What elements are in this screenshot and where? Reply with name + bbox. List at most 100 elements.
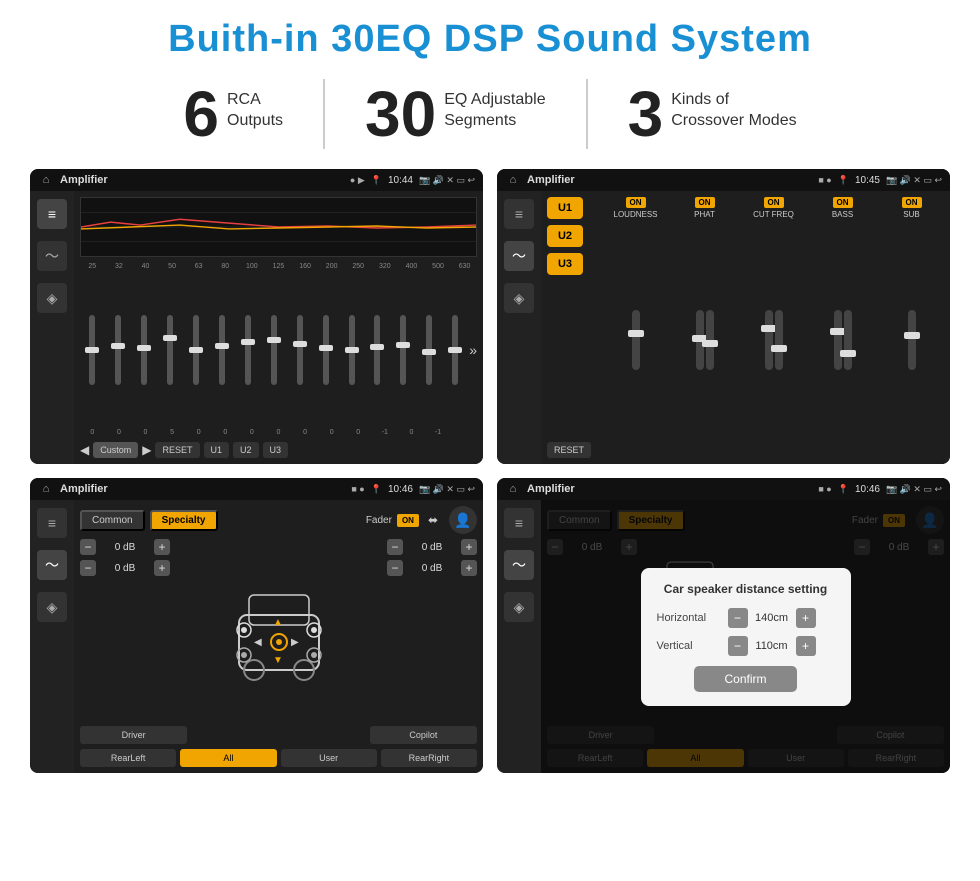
eq-next-arrow[interactable]: ▶ [142, 443, 151, 457]
stat-rca: 6 RCAOutputs [143, 82, 323, 146]
screen4-title: Amplifier [527, 483, 575, 495]
vertical-plus-btn[interactable]: + [796, 636, 816, 656]
sidebar2-eq-icon[interactable]: ≡ [504, 199, 534, 229]
fader-plus-3[interactable]: + [461, 539, 477, 555]
screen3-time: 10:46 [388, 484, 413, 495]
cutfreq-slider-1[interactable] [765, 310, 773, 370]
eq-slider-9[interactable] [314, 274, 338, 425]
home-icon-4: ⌂ [505, 481, 521, 497]
sidebar3-eq-icon[interactable]: ≡ [37, 508, 67, 538]
screen3-loc: 📍 [371, 484, 382, 495]
fader-minus-4[interactable]: − [387, 560, 403, 576]
bass-label: BASS [832, 210, 853, 219]
eq-expand-btn[interactable]: » [469, 342, 477, 358]
sub-slider-1[interactable] [908, 310, 916, 370]
eq-u3-btn[interactable]: U3 [263, 442, 289, 458]
horizontal-value: 140cm [752, 612, 792, 624]
eq-slider-1[interactable] [106, 274, 130, 425]
fader-db-val-2: 0 dB [100, 563, 150, 574]
eq-u2-btn[interactable]: U2 [233, 442, 259, 458]
eq-slider-13[interactable] [417, 274, 441, 425]
loudness-label: LOUDNESS [614, 210, 658, 219]
dialog-vertical-row: Vertical − 110cm + [657, 636, 835, 656]
screen3-sys-icons: 📷 🔊 ✕ ▭ ↩ [419, 484, 475, 495]
fader-db-row-3: − 0 dB + [387, 539, 477, 555]
bass-slider-1[interactable] [834, 310, 842, 370]
fader-avatar-icon[interactable]: 👤 [449, 506, 477, 534]
driver-btn[interactable]: Driver [80, 726, 187, 744]
screen2-time: 10:45 [855, 175, 880, 186]
sidebar3-wave-icon[interactable]: 〜 [37, 550, 67, 580]
horizontal-minus-btn[interactable]: − [728, 608, 748, 628]
eq-slider-8[interactable] [288, 274, 312, 425]
eq-slider-5[interactable] [210, 274, 234, 425]
amp-u1-btn[interactable]: U1 [547, 197, 583, 219]
fader-on-badge: ON [397, 514, 419, 527]
sidebar-wave-icon[interactable]: 〜 [37, 241, 67, 271]
eq-prev-arrow[interactable]: ◀ [80, 443, 89, 457]
eq-custom-btn[interactable]: Custom [93, 442, 138, 458]
screen4-time: 10:46 [855, 484, 880, 495]
eq-slider-6[interactable] [236, 274, 260, 425]
sidebar3-speaker-icon[interactable]: ◈ [37, 592, 67, 622]
common-tab[interactable]: Common [80, 510, 145, 531]
fader-minus-3[interactable]: − [387, 539, 403, 555]
fader-plus-1[interactable]: + [154, 539, 170, 555]
eq-slider-12[interactable] [391, 274, 415, 425]
eq-slider-3[interactable] [158, 274, 182, 425]
sidebar4-eq-icon[interactable]: ≡ [504, 508, 534, 538]
eq-reset-btn[interactable]: RESET [155, 442, 199, 458]
sidebar-eq-icon[interactable]: ≡ [37, 199, 67, 229]
bass-slider-2[interactable] [844, 310, 852, 370]
dialog-vertical-stepper: − 110cm + [728, 636, 816, 656]
screen-eq: ⌂ Amplifier ● ▶ 📍 10:44 📷 🔊 ✕ ▭ ↩ ≡ 〜 ◈ [30, 169, 483, 464]
fader-plus-4[interactable]: + [461, 560, 477, 576]
home-icon-1: ⌂ [38, 172, 54, 188]
rearleft-btn[interactable]: RearLeft [80, 749, 176, 767]
fader-bottom-btns-2: RearLeft All User RearRight [80, 749, 477, 767]
amp-reset-btn[interactable]: RESET [547, 442, 591, 458]
stat-label-eq: EQ AdjustableSegments [444, 82, 545, 132]
fader-db-row-2: − 0 dB + [80, 560, 170, 576]
stat-label-rca: RCAOutputs [227, 82, 283, 132]
eq-slider-7[interactable] [262, 274, 286, 425]
phat-slider-2[interactable] [706, 310, 714, 370]
amp-preset-col: U1 U2 U3 RESET [547, 197, 591, 458]
user-btn[interactable]: User [281, 749, 377, 767]
copilot-btn[interactable]: Copilot [370, 726, 477, 744]
eq-slider-14[interactable] [443, 274, 467, 425]
cutfreq-slider-2[interactable] [775, 310, 783, 370]
cutfreq-sliders [765, 222, 783, 458]
fader-plus-2[interactable]: + [154, 560, 170, 576]
sidebar4-wave-icon[interactable]: 〜 [504, 550, 534, 580]
loudness-slider-1[interactable] [632, 310, 640, 370]
sidebar2-speaker-icon[interactable]: ◈ [504, 283, 534, 313]
eq-slider-10[interactable] [340, 274, 364, 425]
eq-u1-btn[interactable]: U1 [204, 442, 230, 458]
eq-slider-11[interactable] [365, 274, 389, 425]
eq-slider-2[interactable] [132, 274, 156, 425]
screen1-dots: ● ▶ [350, 175, 365, 186]
screen4-loc: 📍 [838, 484, 849, 495]
horizontal-plus-btn[interactable]: + [796, 608, 816, 628]
rearright-btn[interactable]: RearRight [381, 749, 477, 767]
eq-slider-4[interactable] [184, 274, 208, 425]
fader-main: Common Specialty Fader ON ⬌ 👤 − 0 dB [74, 500, 483, 773]
sidebar2-wave-icon[interactable]: 〜 [504, 241, 534, 271]
vertical-minus-btn[interactable]: − [728, 636, 748, 656]
fader-minus-2[interactable]: − [80, 560, 96, 576]
all-btn[interactable]: All [180, 749, 276, 767]
screen3-sidebar: ≡ 〜 ◈ [30, 500, 74, 773]
amp-u2-btn[interactable]: U2 [547, 225, 583, 247]
home-icon-3: ⌂ [38, 481, 54, 497]
amp-u3-btn[interactable]: U3 [547, 253, 583, 275]
sidebar4-speaker-icon[interactable]: ◈ [504, 592, 534, 622]
confirm-button[interactable]: Confirm [694, 666, 796, 692]
fader-db-val-1: 0 dB [100, 542, 150, 553]
specialty-tab[interactable]: Specialty [150, 510, 218, 531]
bass-sliders [834, 222, 852, 458]
fader-minus-1[interactable]: − [80, 539, 96, 555]
stat-number-rca: 6 [183, 82, 219, 146]
eq-slider-0[interactable] [80, 274, 104, 425]
sidebar-speaker-icon[interactable]: ◈ [37, 283, 67, 313]
